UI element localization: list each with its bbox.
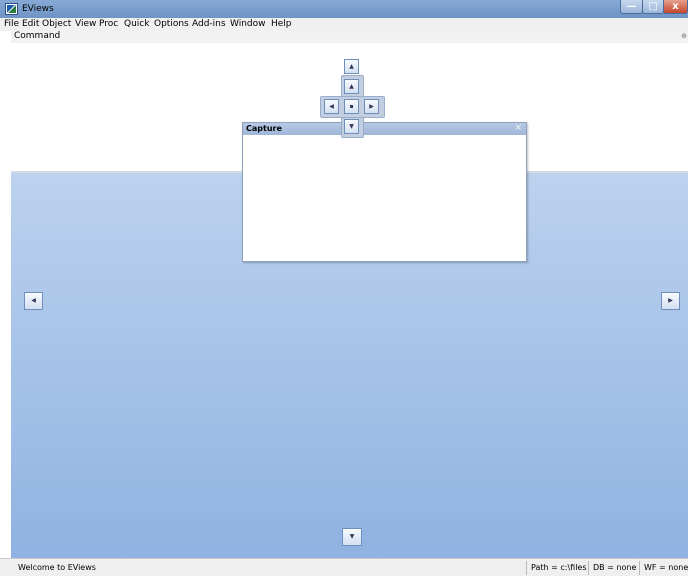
maximize-icon: □ — [648, 1, 658, 12]
status-divider — [639, 561, 640, 575]
status-message: Welcome to EViews — [18, 563, 96, 572]
command-pane-label: Command — [14, 31, 61, 41]
menu-add-ins[interactable]: Add-ins — [192, 19, 226, 29]
dock-bottom-icon[interactable]: ▼ — [344, 119, 359, 134]
dock-top-outer-icon[interactable]: ▲ — [344, 59, 359, 74]
dock-edge-bottom-icon[interactable]: ▼ — [342, 528, 362, 546]
minimize-icon: — — [626, 1, 637, 12]
menu-quick[interactable]: Quick — [124, 19, 149, 29]
window-title: EViews — [22, 4, 54, 14]
menu-file[interactable]: File — [4, 19, 19, 29]
maximize-button[interactable]: □ — [642, 0, 664, 14]
status-divider — [526, 561, 527, 575]
menu-view[interactable]: View — [75, 19, 96, 29]
status-db: DB = none — [593, 563, 637, 572]
status-wf: WF = none — [644, 563, 688, 572]
minimize-button[interactable]: — — [620, 0, 643, 14]
menu-help[interactable]: Help — [271, 19, 292, 29]
menu-window[interactable]: Window — [230, 19, 266, 29]
status-divider — [588, 561, 589, 575]
close-icon: x — [672, 1, 679, 12]
dock-center-icon[interactable]: ▪ — [344, 99, 359, 114]
status-path: Path = c:\files — [531, 563, 587, 572]
dock-right-icon[interactable]: ▶ — [364, 99, 379, 114]
menu-object[interactable]: Object — [42, 19, 71, 29]
menu-edit[interactable]: Edit — [22, 19, 39, 29]
eviews-app-icon[interactable] — [5, 3, 18, 15]
capture-pane[interactable]: Capture × — [242, 122, 527, 262]
close-button[interactable]: x — [663, 0, 688, 14]
menu-bar: File Edit Object View Proc Quick Options… — [0, 18, 688, 31]
title-bar[interactable]: EViews — □ x — [0, 0, 688, 18]
status-bar: Welcome to EViews Path = c:\files DB = n… — [0, 558, 688, 576]
menu-proc[interactable]: Proc — [99, 19, 118, 29]
dock-edge-left-icon[interactable]: ◀ — [24, 292, 43, 310]
dock-left-icon[interactable]: ◀ — [324, 99, 339, 114]
dock-top-icon[interactable]: ▲ — [344, 79, 359, 94]
menu-options[interactable]: Options — [154, 19, 189, 29]
pin-icon[interactable]: ⊕ — [681, 32, 687, 40]
left-frame — [0, 171, 11, 558]
capture-pane-title: Capture — [246, 124, 282, 133]
capture-pane-titlebar[interactable]: Capture × — [243, 123, 526, 135]
dock-edge-right-icon[interactable]: ▶ — [661, 292, 680, 310]
capture-close-icon[interactable]: × — [514, 123, 522, 133]
